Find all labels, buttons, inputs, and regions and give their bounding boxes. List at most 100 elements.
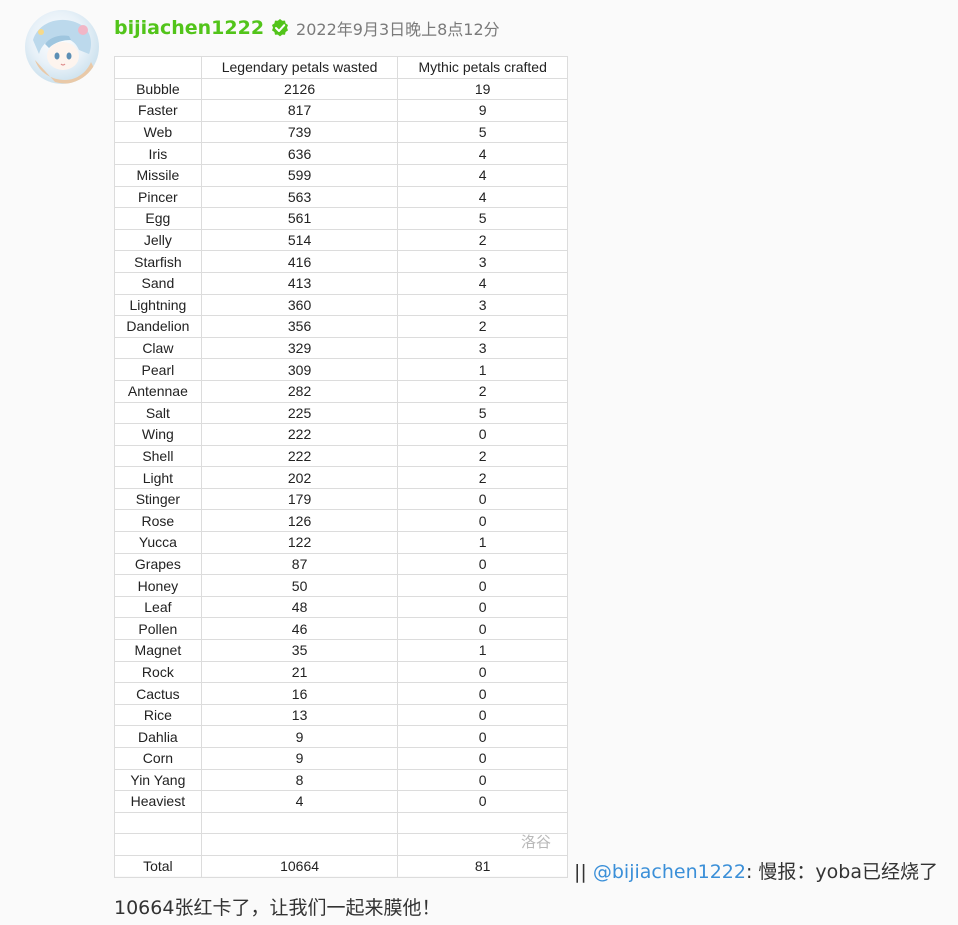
legendary-wasted: 309	[200, 358, 399, 381]
empty-cell	[114, 811, 202, 835]
empty-cell	[200, 811, 399, 835]
mention-link[interactable]: @bijiachen1222	[593, 861, 746, 883]
legendary-wasted: 225	[200, 401, 399, 425]
post-header: bijiachen1222 2022年9月3日晚上8点12分	[114, 14, 500, 42]
petal-name: Sand	[114, 271, 202, 295]
petal-name: Egg	[114, 207, 202, 230]
petal-name: Cactus	[114, 682, 202, 705]
petal-name: Dahlia	[114, 725, 202, 748]
table-row: Stinger 179 0	[114, 487, 568, 511]
legendary-wasted: 514	[200, 228, 399, 252]
table-row: Wing 222 0	[114, 423, 568, 446]
petal-name: Leaf	[114, 595, 202, 619]
petal-name: Corn	[114, 747, 202, 770]
legendary-wasted: 9	[200, 725, 399, 748]
petal-name: Salt	[114, 401, 202, 425]
petal-name: Pincer	[114, 185, 202, 209]
mythic-crafted: 2	[397, 444, 568, 468]
table-row: Pincer 563 4	[114, 185, 568, 209]
table-row: Iris 636 4	[114, 142, 568, 165]
table-row: Pearl 309 1	[114, 358, 568, 381]
legendary-wasted: 8	[200, 768, 399, 792]
table-header-row: Legendary petals wasted Mythic petals cr…	[114, 56, 568, 79]
avatar[interactable]	[25, 10, 99, 84]
petal-name: Starfish	[114, 250, 202, 273]
empty-cell	[200, 833, 399, 856]
mythic-crafted: 9	[397, 99, 568, 122]
mythic-crafted: 3	[397, 293, 568, 317]
legendary-wasted: 222	[200, 444, 399, 468]
mythic-crafted: 0	[397, 768, 568, 792]
table-row: Rice 13 0	[114, 703, 568, 727]
mythic-crafted: 3	[397, 250, 568, 273]
mythic-crafted: 1	[397, 639, 568, 662]
mythic-crafted: 0	[397, 617, 568, 641]
avatar-anime-icon	[33, 19, 95, 84]
legendary-wasted: 4	[200, 790, 399, 813]
table-row: Web 739 5	[114, 120, 568, 144]
mythic-crafted: 2	[397, 315, 568, 338]
legendary-wasted: 561	[200, 207, 399, 230]
legendary-wasted: 126	[200, 509, 399, 533]
legendary-wasted: 87	[200, 552, 399, 576]
petal-name: Dandelion	[114, 315, 202, 338]
table-row: Jelly 514 2	[114, 228, 568, 252]
table-row: Light 202 2	[114, 466, 568, 489]
legendary-wasted: 179	[200, 487, 399, 511]
legendary-wasted: 9	[200, 747, 399, 770]
legendary-wasted: 202	[200, 466, 399, 489]
table-row: Shell 222 2	[114, 444, 568, 468]
legendary-wasted: 360	[200, 293, 399, 317]
legendary-wasted: 563	[200, 185, 399, 209]
table-row: Leaf 48 0	[114, 595, 568, 619]
legendary-wasted: 13	[200, 703, 399, 727]
petal-name: Missile	[114, 163, 202, 187]
empty-cell	[114, 833, 202, 856]
petal-name: Claw	[114, 336, 202, 360]
table-row: Pollen 46 0	[114, 617, 568, 641]
table-row: Heaviest 4 0	[114, 790, 568, 813]
petal-name: Honey	[114, 574, 202, 597]
empty-cell	[397, 811, 568, 835]
petal-name: Rose	[114, 509, 202, 533]
petal-name: Grapes	[114, 552, 202, 576]
legendary-wasted: 413	[200, 271, 399, 295]
legendary-wasted: 35	[200, 639, 399, 662]
legendary-wasted: 21	[200, 660, 399, 684]
petal-name: Stinger	[114, 487, 202, 511]
table-row: Cactus 16 0	[114, 682, 568, 705]
table-row: Corn 9 0	[114, 747, 568, 770]
legendary-wasted: 329	[200, 336, 399, 360]
mythic-crafted: 0	[397, 725, 568, 748]
mythic-crafted: 0	[397, 747, 568, 770]
petal-name: Light	[114, 466, 202, 489]
mythic-crafted: 2	[397, 466, 568, 489]
mythic-crafted: 5	[397, 401, 568, 425]
table-row: Honey 50 0	[114, 574, 568, 597]
attached-screenshot[interactable]: Legendary petals wasted Mythic petals cr…	[114, 56, 568, 878]
table-row: Salt 225 5	[114, 401, 568, 425]
mythic-crafted: 2	[397, 228, 568, 252]
petal-name: Rock	[114, 660, 202, 684]
mythic-crafted: 0	[397, 703, 568, 727]
petal-stats-table: Legendary petals wasted Mythic petals cr…	[114, 56, 568, 878]
mythic-crafted: 4	[397, 163, 568, 187]
mythic-crafted: 0	[397, 552, 568, 576]
post-text-line1: || @bijiachen1222: 慢报：yoba已经烧了	[574, 857, 938, 884]
mythic-crafted: 19	[397, 77, 568, 101]
legendary-wasted: 416	[200, 250, 399, 273]
petal-name: Heaviest	[114, 790, 202, 813]
legendary-wasted: 599	[200, 163, 399, 187]
table-row: Grapes 87 0	[114, 552, 568, 576]
total-mythic: 81	[397, 854, 568, 878]
column-header-legendary: Legendary petals wasted	[200, 56, 399, 79]
table-row: Missile 599 4	[114, 163, 568, 187]
legendary-wasted: 739	[200, 120, 399, 144]
username-link[interactable]: bijiachen1222	[114, 17, 264, 39]
table-row: Sand 413 4	[114, 271, 568, 295]
empty-cell: 洛谷	[397, 833, 568, 856]
table-row: Yin Yang 8 0	[114, 768, 568, 792]
table-row: Dahlia 9 0	[114, 725, 568, 748]
petal-name: Yucca	[114, 531, 202, 554]
mythic-crafted: 0	[397, 487, 568, 511]
